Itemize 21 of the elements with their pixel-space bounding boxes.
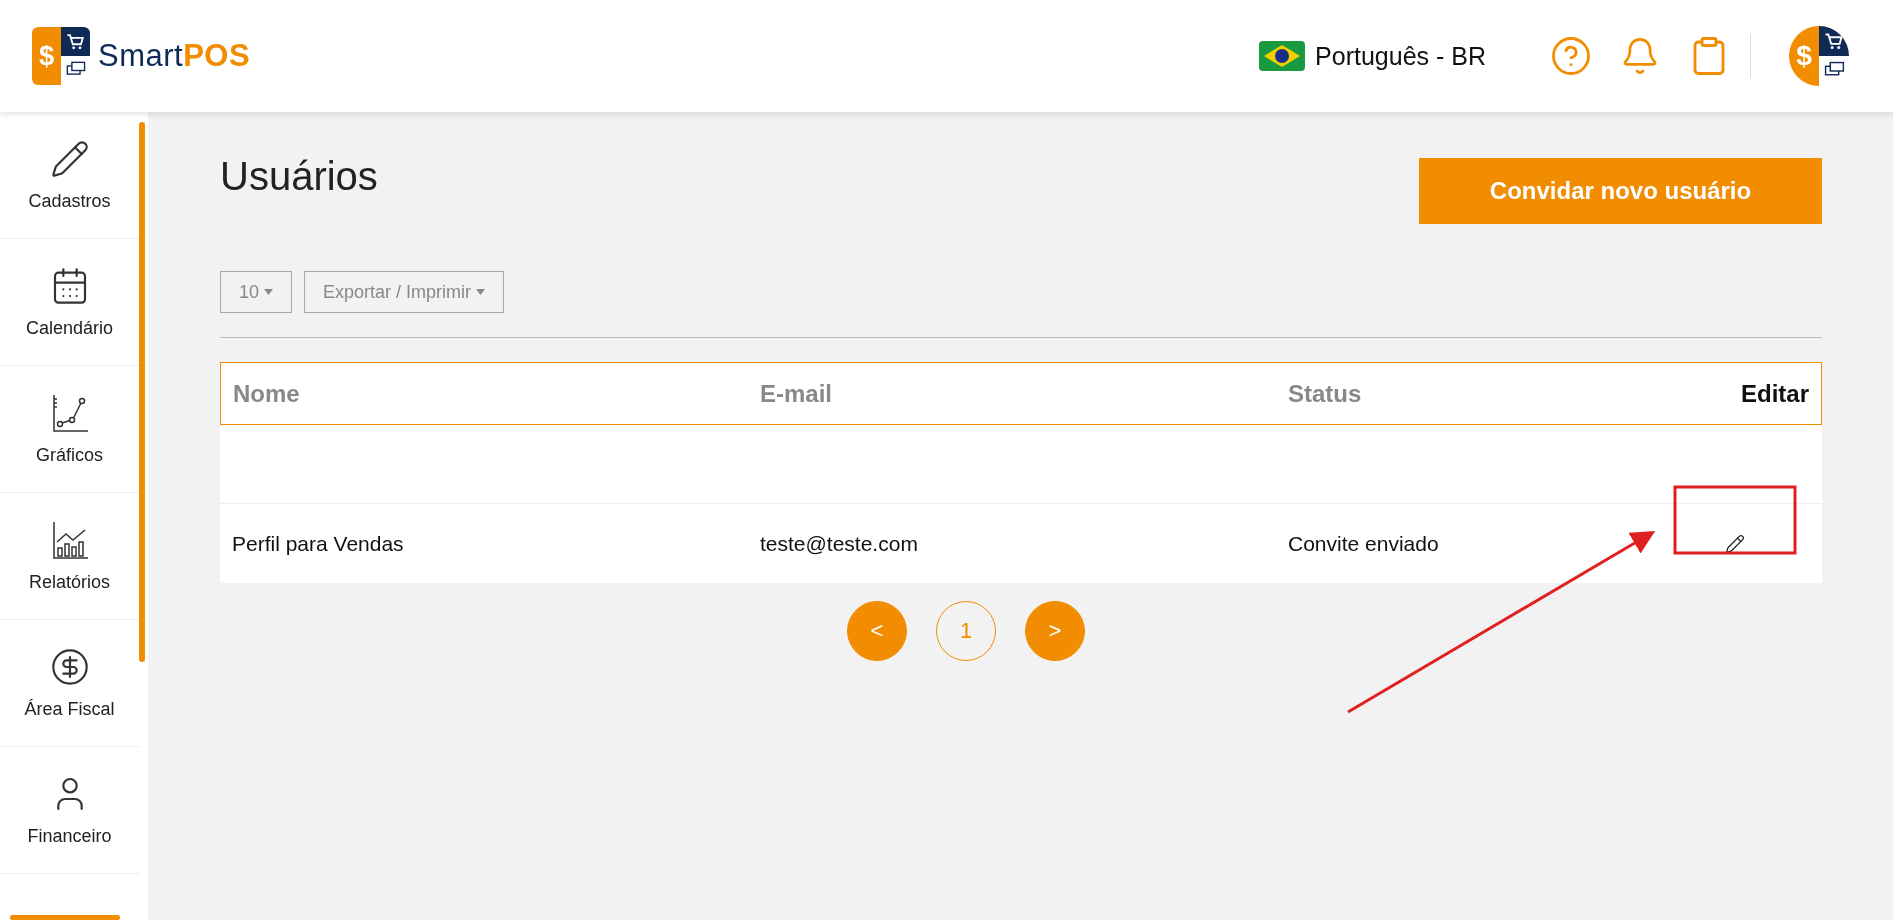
table-cell: Perfil para Vendas	[220, 504, 748, 583]
sidebar-item[interactable]: Área Fiscal	[0, 620, 139, 747]
column-header: Nome	[220, 362, 748, 425]
horizontal-scrollbar[interactable]	[10, 915, 120, 920]
help-icon[interactable]	[1550, 35, 1592, 77]
dollar-icon	[49, 646, 90, 687]
language-selector[interactable]: Português - BR	[1253, 40, 1492, 72]
sidebar-item[interactable]: Financeiro	[0, 747, 139, 874]
flag-icon	[1259, 41, 1306, 71]
logo-text: SmartPOS	[98, 38, 251, 74]
table-cell: teste@teste.com	[748, 504, 1276, 583]
table-cell: Convite enviado	[1276, 504, 1549, 583]
column-header: Editar	[1549, 362, 1822, 425]
scrollbar-thumb[interactable]	[139, 122, 145, 662]
column-header: Status	[1276, 362, 1549, 425]
column-header: E-mail	[748, 362, 1276, 425]
pencil-icon	[49, 138, 90, 179]
caret-icon	[476, 289, 486, 295]
edit-icon[interactable]	[1725, 533, 1745, 554]
caret-icon	[264, 289, 274, 295]
page-title: Usuários	[220, 154, 378, 199]
